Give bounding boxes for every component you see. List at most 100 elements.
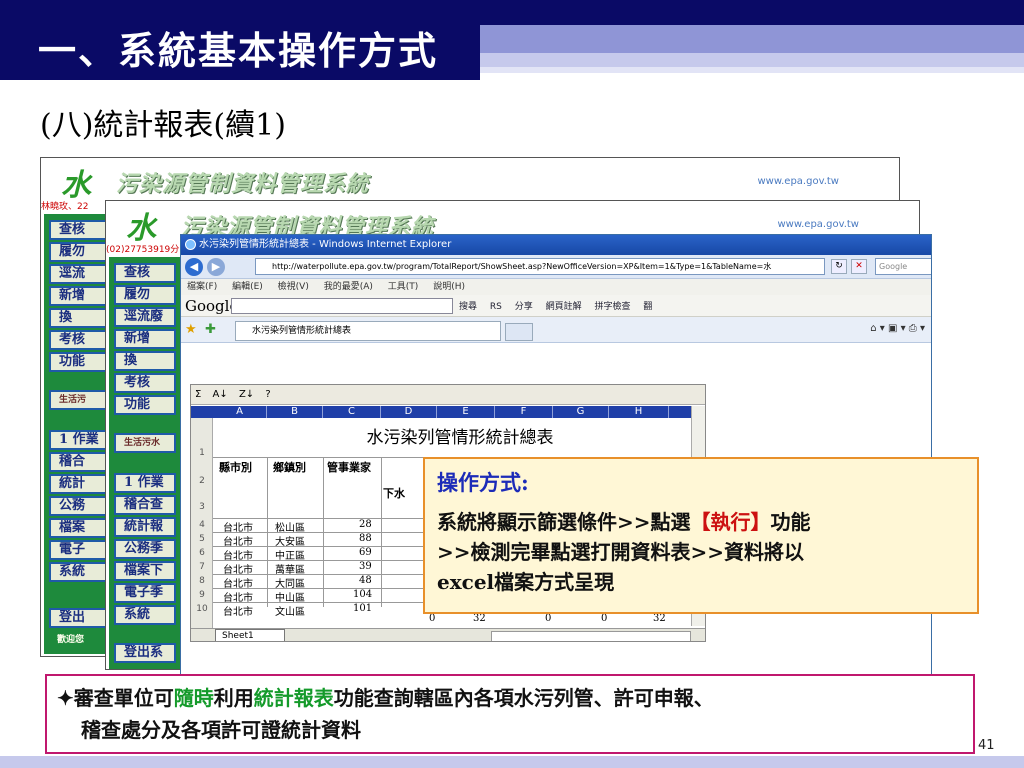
refresh-icon[interactable]: ↻	[831, 259, 847, 274]
row-header[interactable]: 3	[191, 502, 213, 512]
logout-button[interactable]: 登出	[49, 608, 111, 628]
menu-item[interactable]: 檔案	[49, 518, 111, 538]
logout-button[interactable]: 登出系	[114, 643, 176, 663]
cell-town[interactable]: 文山區	[275, 603, 305, 618]
tab-active[interactable]: 水污染列管情形統計總表	[235, 321, 501, 341]
menu-item[interactable]: 1 作業	[114, 473, 176, 493]
spellcheck-button[interactable]: 拼字檢查	[595, 302, 631, 312]
google-search-input[interactable]	[231, 298, 453, 314]
window-title: 水污染列管情形統計總表 - Windows Internet Explorer	[199, 239, 452, 250]
page-number: 41	[978, 738, 995, 753]
cell-value[interactable]: 0	[429, 613, 435, 624]
row-header[interactable]: 8	[191, 576, 213, 586]
search-input[interactable]: Google	[875, 258, 931, 275]
annotate-button[interactable]: 網頁註解	[546, 302, 582, 312]
menu-item[interactable]: 逕流廢	[114, 307, 176, 327]
cell-value[interactable]: 0	[601, 613, 607, 624]
menu-item[interactable]: 換	[49, 308, 111, 328]
instruction-callout: 操作方式: 系統將顯示篩選條件>>點選【執行】功能 >>檢測完畢點選打開資料表>…	[423, 457, 979, 614]
row-header[interactable]: 1	[191, 448, 213, 458]
menu-item[interactable]: 稽合查	[114, 495, 176, 515]
cell-county[interactable]: 台北市	[223, 603, 253, 618]
row-header[interactable]: 5	[191, 534, 213, 544]
menu-item[interactable]: 考核	[49, 330, 111, 350]
cell-value[interactable]: 32	[473, 613, 486, 624]
cell-count[interactable]: 48	[359, 575, 372, 586]
share-button[interactable]: 分享	[515, 302, 533, 312]
menu-item[interactable]: 功能	[49, 352, 111, 372]
sheet-tab[interactable]: Sheet1	[215, 629, 285, 641]
column-header[interactable]: A	[213, 406, 267, 418]
cell-count[interactable]: 101	[353, 603, 372, 614]
rss-button[interactable]: RS	[490, 302, 502, 312]
menu-help[interactable]: 說明(H)	[433, 282, 465, 292]
menu-item[interactable]: 電子季	[114, 583, 176, 603]
row-header[interactable]: 7	[191, 562, 213, 572]
menu-item[interactable]: 系統	[49, 562, 111, 582]
column-header[interactable]: C	[323, 406, 381, 418]
cell-count[interactable]: 104	[353, 589, 372, 600]
ie-titlebar: 水污染列管情形統計總表 - Windows Internet Explorer	[181, 235, 931, 255]
header-count: 管事業家	[327, 461, 371, 474]
menu-item[interactable]: 查核	[114, 263, 176, 283]
stop-icon[interactable]: ✕	[851, 259, 867, 274]
horizontal-scrollbar[interactable]	[491, 631, 691, 641]
cell-value[interactable]: 0	[545, 613, 551, 624]
new-tab-button[interactable]	[505, 323, 533, 341]
column-header[interactable]: H	[609, 406, 669, 418]
menu-item[interactable]: 公務	[49, 496, 111, 516]
favorites-star-icon[interactable]: ★	[185, 322, 197, 337]
menu-file[interactable]: 檔案(F)	[187, 282, 217, 292]
row-header[interactable]: 9	[191, 590, 213, 600]
sum-icon[interactable]: Σ	[195, 389, 201, 400]
menu-item[interactable]: 檔案下	[114, 561, 176, 581]
column-header[interactable]: F	[495, 406, 553, 418]
cell-value[interactable]: 32	[653, 613, 666, 624]
sort-desc-icon[interactable]: Z↓	[239, 389, 254, 400]
column-header[interactable]: D	[381, 406, 437, 418]
row-header[interactable]: 2	[191, 476, 213, 486]
menu-item[interactable]: 系統	[114, 605, 176, 625]
row-header[interactable]: 10	[191, 604, 213, 614]
menu-edit[interactable]: 編輯(E)	[232, 282, 263, 292]
menu-item[interactable]: 履勿	[114, 285, 176, 305]
forward-arrow-icon[interactable]: ▶	[207, 258, 225, 276]
menu-item[interactable]: 功能	[114, 395, 176, 415]
tab-bar: ★ ✚ 水污染列管情形統計總表 ⌂ ▾ ▣ ▾ ⎙ ▾	[181, 317, 931, 343]
cell-count[interactable]: 39	[359, 561, 372, 572]
column-header[interactable]: B	[267, 406, 323, 418]
row-header[interactable]: 4	[191, 520, 213, 530]
column-header[interactable]: E	[437, 406, 495, 418]
column-header[interactable]: G	[553, 406, 609, 418]
menu-item[interactable]: 履勿	[49, 242, 111, 262]
menu-item[interactable]: 公務季	[114, 539, 176, 559]
google-search-button[interactable]: 搜尋	[459, 302, 477, 312]
menu-tools[interactable]: 工具(T)	[388, 282, 419, 292]
translate-button[interactable]: 翻	[643, 302, 652, 312]
menu-item[interactable]: 查核	[49, 220, 111, 240]
menu-item[interactable]: 稽合	[49, 452, 111, 472]
menu-item[interactable]: 考核	[114, 373, 176, 393]
address-input[interactable]: http://waterpollute.epa.gov.tw/program/T…	[255, 258, 825, 275]
title-bar: 一、系統基本操作方式	[0, 0, 1024, 80]
menu-item[interactable]: 統計	[49, 474, 111, 494]
menu-item[interactable]: 新增	[49, 286, 111, 306]
menu-item[interactable]: 統計報	[114, 517, 176, 537]
cell-count[interactable]: 28	[359, 519, 372, 530]
title-stripe	[480, 53, 1024, 67]
menu-view[interactable]: 檢視(V)	[278, 282, 309, 292]
menu-item[interactable]: 新增	[114, 329, 176, 349]
help-icon[interactable]: ?	[265, 389, 270, 400]
back-arrow-icon[interactable]: ◀	[185, 258, 203, 276]
menu-item[interactable]: 逕流	[49, 264, 111, 284]
sort-asc-icon[interactable]: A↓	[213, 389, 228, 400]
cell-count[interactable]: 88	[359, 533, 372, 544]
cell-count[interactable]: 69	[359, 547, 372, 558]
menu-item[interactable]: 1 作業	[49, 430, 111, 450]
menu-favorites[interactable]: 我的最愛(A)	[324, 282, 373, 292]
add-favorite-icon[interactable]: ✚	[205, 322, 216, 337]
page-tools-icons[interactable]: ⌂ ▾ ▣ ▾ ⎙ ▾	[870, 323, 925, 334]
row-header[interactable]: 6	[191, 548, 213, 558]
menu-item[interactable]: 電子	[49, 540, 111, 560]
menu-item[interactable]: 換	[114, 351, 176, 371]
